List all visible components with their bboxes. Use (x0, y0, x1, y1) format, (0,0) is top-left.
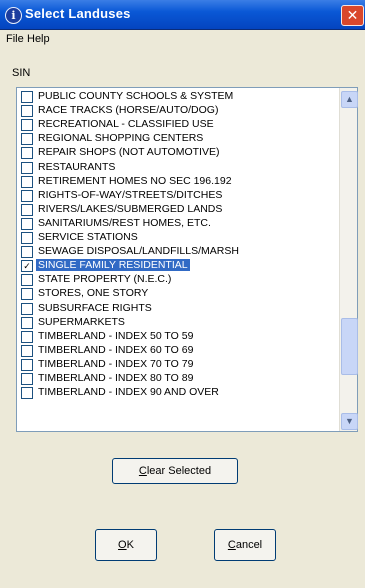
button-label: Clear Selected (138, 465, 212, 477)
checkbox[interactable] (21, 344, 33, 357)
list-item-label: SINGLE FAMILY RESIDENTIAL (36, 259, 190, 272)
checkbox[interactable] (21, 189, 33, 202)
checkbox[interactable] (21, 373, 33, 385)
checkbox[interactable] (21, 246, 33, 259)
list-item[interactable]: SANITARIUMS/REST HOMES, ETC. (21, 217, 213, 230)
checkbox[interactable] (21, 105, 33, 118)
checkbox[interactable] (21, 358, 33, 371)
list-item[interactable]: SERVICE STATIONS (21, 231, 140, 244)
check-icon: ✓ (23, 261, 31, 272)
checkbox[interactable] (21, 330, 33, 343)
list-item[interactable]: RETIREMENT HOMES NO SEC 196.192 (21, 175, 234, 188)
checkbox[interactable] (21, 203, 33, 216)
landuse-listbox[interactable]: PUBLIC COUNTY SCHOOLS & SYSTEM RACE TRACK… (16, 87, 358, 432)
list-item-label: REGIONAL SHOPPING CENTERS (38, 132, 204, 145)
menu-bar: File Help (0, 30, 365, 49)
checkbox[interactable]: ✓ (21, 260, 33, 273)
list-item[interactable]: SEWAGE DISPOSAL/LANDFILLS/MARSH (21, 245, 241, 259)
checkbox[interactable] (21, 288, 33, 301)
list-item-label: RIVERS/LAKES/SUBMERGED LANDS (38, 202, 223, 215)
list-item-label: RETIREMENT HOMES NO SEC 196.192 (38, 174, 232, 187)
list-item[interactable]: RESTAURANTS (21, 161, 117, 174)
checkbox[interactable] (21, 387, 33, 400)
list-item-label: PUBLIC COUNTY SCHOOLS & SYSTEM (38, 90, 234, 102)
list-item[interactable]: RACE TRACKS (HORSE/AUTO/DOG) (21, 104, 220, 118)
menu-help[interactable]: Help (27, 33, 50, 45)
menu-file[interactable]: File (6, 33, 24, 45)
window-title: Select Landuses (25, 6, 131, 21)
title-bar[interactable]: i Select Landuses ✕ (0, 0, 365, 30)
list-item-label: TIMBERLAND - INDEX 70 TO 79 (38, 357, 194, 370)
list-item[interactable]: ✓ SINGLE FAMILY RESIDENTIAL (21, 259, 190, 273)
section-label: SIN (12, 67, 31, 79)
list-item[interactable]: TIMBERLAND - INDEX 90 AND OVER (21, 386, 221, 400)
list-item[interactable]: TIMBERLAND - INDEX 60 TO 69 (21, 344, 195, 357)
list-item-label: SUBSURFACE RIGHTS (38, 301, 152, 314)
chevron-down-icon: ▼ (345, 416, 354, 426)
checkbox[interactable] (21, 274, 33, 287)
list-item-label: SANITARIUMS/REST HOMES, ETC. (38, 216, 211, 229)
checkbox[interactable] (21, 316, 33, 329)
list-item[interactable]: TIMBERLAND - INDEX 50 TO 59 (21, 330, 195, 343)
list-item-label: REPAIR SHOPS (NOT AUTOMOTIVE) (38, 146, 220, 159)
list-item[interactable]: STATE PROPERTY (N.E.C.) (21, 273, 173, 287)
checkbox[interactable] (21, 175, 33, 188)
list-item-label: RECREATIONAL - CLASSIFIED USE (38, 118, 214, 131)
listbox-items: PUBLIC COUNTY SCHOOLS & SYSTEM RACE TRACK… (17, 88, 339, 431)
checkbox[interactable] (21, 147, 33, 160)
list-item[interactable]: SUPERMARKETS (21, 316, 127, 329)
checkbox[interactable] (21, 302, 33, 315)
info-icon: i (5, 7, 22, 24)
list-item-label: RACE TRACKS (HORSE/AUTO/DOG) (38, 104, 219, 117)
scroll-down-button[interactable]: ▼ (341, 413, 358, 430)
checkbox[interactable] (21, 217, 33, 230)
checkbox[interactable] (21, 91, 33, 103)
list-item-label: SEWAGE DISPOSAL/LANDFILLS/MARSH (38, 245, 239, 258)
ok-button[interactable]: OK (95, 529, 157, 561)
checkbox[interactable] (21, 161, 33, 174)
list-item[interactable]: TIMBERLAND - INDEX 70 TO 79 (21, 358, 195, 371)
scroll-thumb[interactable] (341, 318, 358, 375)
cancel-button[interactable]: Cancel (214, 529, 276, 561)
list-item-label: TIMBERLAND - INDEX 60 TO 69 (38, 343, 194, 356)
list-item-label: STORES, ONE STORY (38, 287, 149, 300)
list-item[interactable]: SUBSURFACE RIGHTS (21, 302, 154, 315)
list-item[interactable]: RECREATIONAL - CLASSIFIED USE (21, 118, 216, 132)
list-item-label: RESTAURANTS (38, 160, 116, 173)
list-item-label: TIMBERLAND - INDEX 90 AND OVER (38, 386, 219, 399)
list-item-label: SERVICE STATIONS (38, 231, 138, 243)
clear-selected-button[interactable]: Clear Selected (112, 458, 238, 484)
button-label: OK (118, 539, 134, 551)
list-item[interactable]: RIVERS/LAKES/SUBMERGED LANDS (21, 203, 224, 216)
list-item[interactable]: RIGHTS-OF-WAY/STREETS/DITCHES (21, 189, 224, 202)
list-item-label: SUPERMARKETS (38, 315, 125, 328)
checkbox[interactable] (21, 133, 33, 146)
chevron-up-icon: ▲ (345, 94, 354, 104)
list-item[interactable]: TIMBERLAND - INDEX 80 TO 89 (21, 372, 195, 385)
list-item-label: TIMBERLAND - INDEX 50 TO 59 (38, 329, 194, 342)
checkbox[interactable] (21, 119, 33, 132)
list-item[interactable]: REGIONAL SHOPPING CENTERS (21, 132, 205, 146)
list-item[interactable]: PUBLIC COUNTY SCHOOLS & SYSTEM (21, 90, 235, 103)
close-icon: ✕ (346, 7, 359, 23)
list-item-label: TIMBERLAND - INDEX 80 TO 89 (38, 372, 194, 384)
list-item-label: RIGHTS-OF-WAY/STREETS/DITCHES (38, 188, 223, 201)
checkbox[interactable] (21, 232, 33, 244)
scroll-up-button[interactable]: ▲ (341, 91, 358, 108)
list-item-label: STATE PROPERTY (N.E.C.) (38, 273, 172, 286)
list-item[interactable]: STORES, ONE STORY (21, 287, 150, 301)
vertical-scrollbar[interactable]: ▲ ▼ (339, 88, 358, 431)
list-item[interactable]: REPAIR SHOPS (NOT AUTOMOTIVE) (21, 146, 221, 160)
button-label: Cancel (227, 539, 263, 551)
close-button[interactable]: ✕ (341, 5, 364, 26)
